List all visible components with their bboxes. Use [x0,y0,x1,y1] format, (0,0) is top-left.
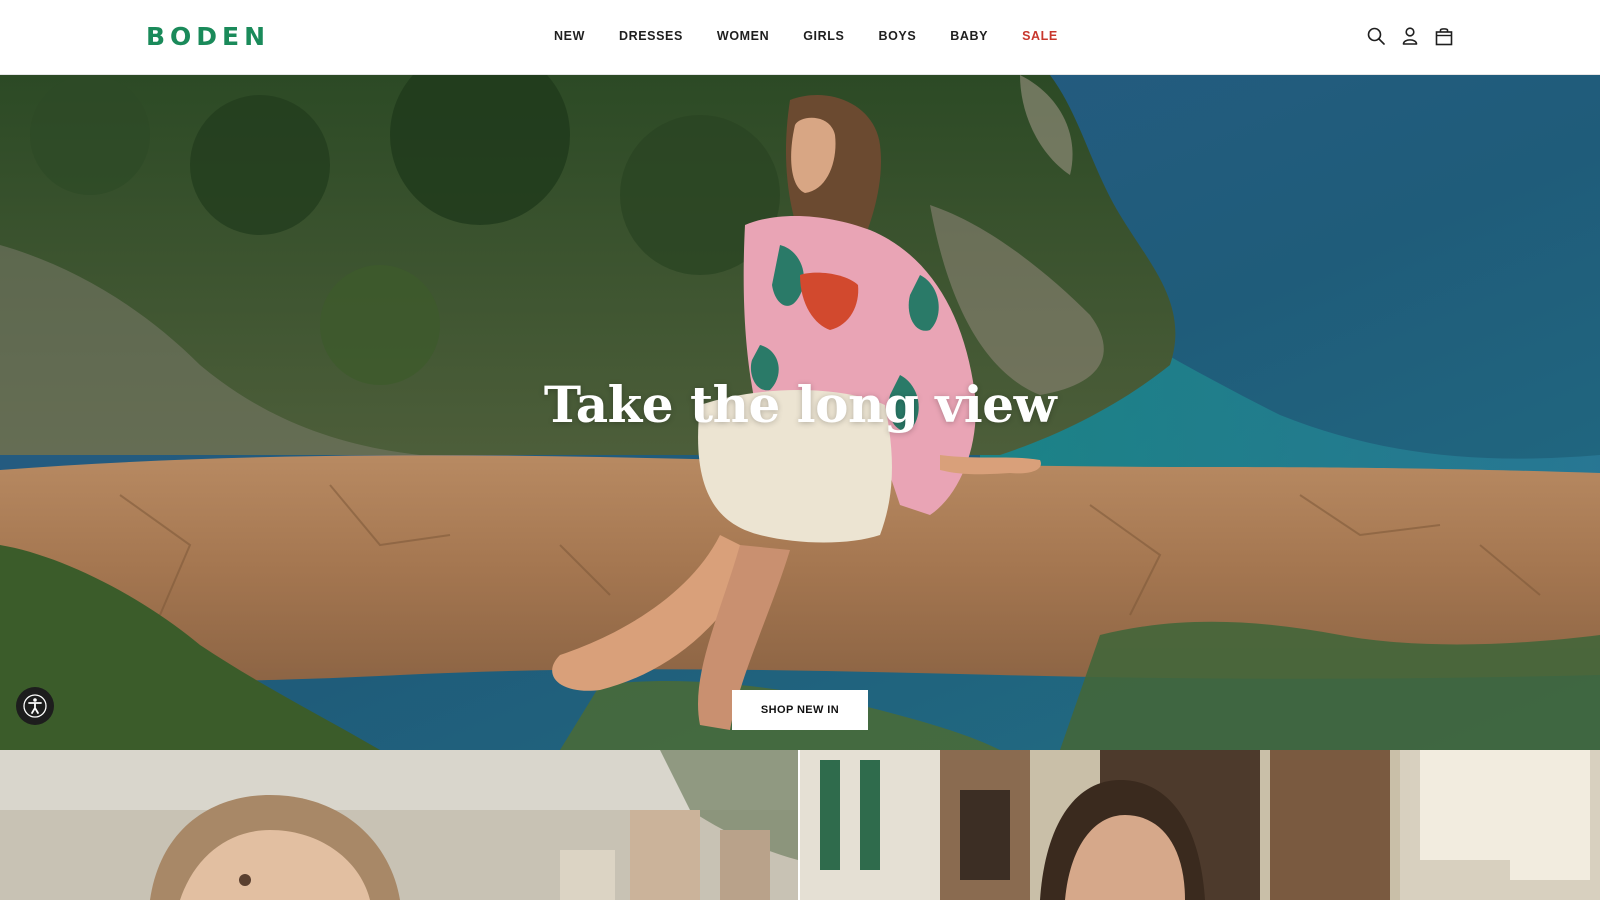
account-icon[interactable] [1400,25,1420,47]
hero-banner: Take the long view SHOP NEW IN [0,75,1600,750]
nav-item-girls[interactable]: GIRLS [803,29,844,43]
shop-new-in-button[interactable]: SHOP NEW IN [732,690,868,730]
hero-title: Take the long view [543,375,1057,434]
nav-item-women[interactable]: WOMEN [717,29,769,43]
main-nav: NEW DRESSES WOMEN GIRLS BOYS BABY SALE [554,29,1058,43]
promo-tile-right[interactable] [800,750,1600,900]
promo-tile-left[interactable] [0,750,798,900]
nav-item-dresses[interactable]: DRESSES [619,29,683,43]
bag-icon[interactable] [1434,25,1454,47]
search-icon[interactable] [1366,25,1386,47]
accessibility-icon[interactable] [16,687,54,725]
nav-item-baby[interactable]: BABY [950,29,988,43]
nav-item-boys[interactable]: BOYS [878,29,916,43]
promo-image-left [0,750,798,900]
nav-item-sale[interactable]: SALE [1022,29,1058,43]
promo-image-right [800,750,1600,900]
site-header: BODEN NEW DRESSES WOMEN GIRLS BOYS BABY … [0,0,1600,75]
nav-item-new[interactable]: NEW [554,29,585,43]
header-icons [1366,25,1454,47]
brand-logo[interactable]: BODEN [146,22,270,51]
